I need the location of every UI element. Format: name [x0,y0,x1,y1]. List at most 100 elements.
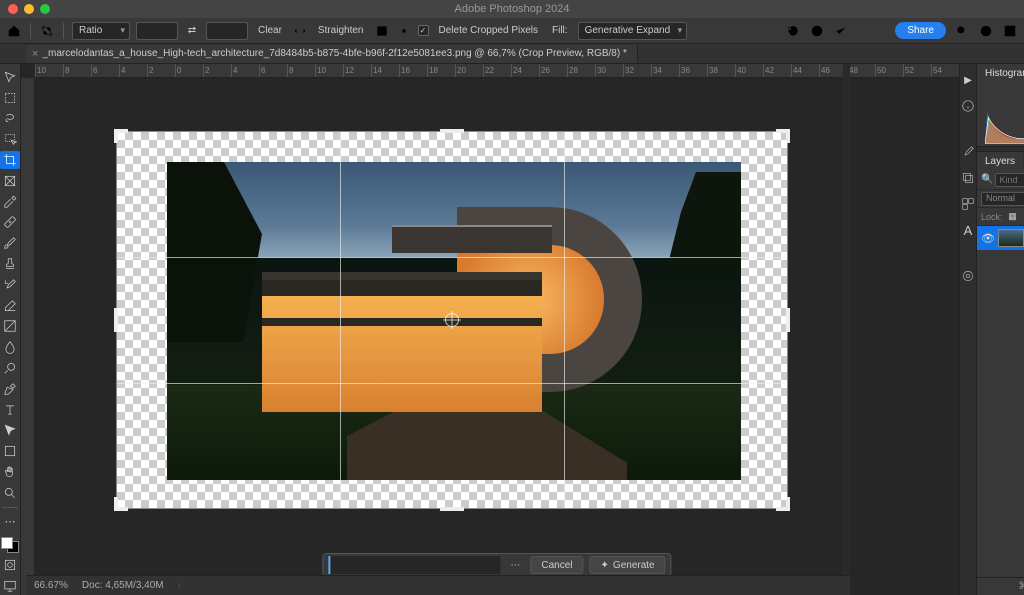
fill-label: Fill: [548,23,572,38]
crop-width-input[interactable] [136,22,178,40]
straighten-icon[interactable] [292,23,308,39]
tab-layers[interactable]: Layers [977,152,1023,170]
ruler-horizontal[interactable]: 1086420246810121416182022242628303234363… [35,64,959,78]
window-minimize-icon[interactable] [24,4,34,14]
fill-dropdown[interactable]: Generative Expand [578,22,688,40]
generative-prompt-input[interactable] [328,556,500,574]
doc-size[interactable]: Doc: 4,65M/3,40M [82,580,164,591]
history-brush-tool[interactable] [0,276,20,294]
edit-toolbar-icon[interactable]: ⋯ [0,513,20,531]
color-panel-icon[interactable] [960,268,976,284]
crop-preview-box[interactable] [117,132,787,508]
crop-handle-tl[interactable] [114,129,118,143]
brush-tool[interactable] [0,234,20,252]
generative-fill-bar: ⋯ Cancel ✦Generate [322,553,671,577]
canvas-scrollbar[interactable] [843,64,850,575]
document-tab[interactable]: × _marcelodantas_a_house_High-tech_archi… [26,45,638,63]
generative-options-icon[interactable]: ⋯ [506,560,524,571]
search-icon[interactable] [954,23,970,39]
brush-panel-icon[interactable] [960,144,976,160]
crop-handle-tr[interactable] [786,129,790,143]
layers-panel: 🔍 ▦ ◐ T ▭ ▣ Normal Opacity: 100% ▾ Lock:… [977,170,1024,595]
pen-tool[interactable] [0,380,20,398]
gradient-tool[interactable] [0,318,20,336]
crop-grid-line [340,132,341,508]
crop-ratio-dropdown[interactable]: Ratio [72,22,130,40]
commit-crop-icon[interactable] [833,23,849,39]
reset-icon[interactable] [785,23,801,39]
clone-panel-icon[interactable] [960,170,976,186]
window-close-icon[interactable] [8,4,18,14]
shape-tool[interactable] [0,442,20,460]
layers-footer: ⌘ fx ◯ ◐ ▣ ⊞ 🗑 [977,577,1024,595]
healing-tool[interactable] [0,214,20,232]
search-filter-icon[interactable]: 🔍 [981,174,993,185]
link-layers-icon[interactable]: ⌘ [1018,581,1024,592]
object-select-tool[interactable] [0,130,20,148]
overlay-grid-icon[interactable] [374,23,390,39]
home-icon[interactable] [6,23,22,39]
layers-filter-input[interactable] [995,173,1024,187]
color-swatches[interactable] [1,537,19,553]
frame-tool[interactable] [0,172,20,190]
zoom-tool[interactable] [0,484,20,502]
generate-label: Generate [613,560,655,571]
swatches-panel-icon[interactable] [960,196,976,212]
generate-button[interactable]: ✦Generate [590,556,666,574]
canvas[interactable]: ⋯ Cancel ✦Generate [35,78,959,595]
foreground-swatch[interactable] [1,537,13,549]
lock-pixels-icon[interactable]: ▦ [1006,209,1020,225]
layer-row[interactable]: 👁 Crop Preview [977,226,1024,250]
dodge-tool[interactable] [0,359,20,377]
crop-settings-icon[interactable] [396,23,412,39]
clear-button[interactable]: Clear [254,23,286,38]
crop-height-input[interactable] [206,22,248,40]
hand-tool[interactable] [0,463,20,481]
crop-center-icon [445,313,459,327]
crop-handle-top[interactable] [440,129,464,133]
visibility-icon[interactable]: 👁 [981,232,993,245]
crop-handle-left[interactable] [114,308,118,332]
window-title: Adobe Photoshop 2024 [455,3,570,15]
info-icon[interactable] [960,98,976,114]
layer-thumbnail[interactable] [998,229,1024,247]
share-button[interactable]: Share [895,22,946,39]
window-maximize-icon[interactable] [40,4,50,14]
character-panel-icon[interactable]: A [960,222,976,238]
swap-dimensions-icon[interactable]: ⇄ [184,23,200,39]
status-chevron-icon[interactable]: › [178,580,181,591]
cancel-button[interactable]: Cancel [530,556,583,574]
type-tool[interactable] [0,401,20,419]
tools-panel: ⋯ [0,64,21,595]
stamp-tool[interactable] [0,255,20,273]
eraser-tool[interactable] [0,297,20,315]
play-icon[interactable]: ▶ [960,72,976,88]
crop-handle-bl[interactable] [114,497,118,511]
help-icon[interactable] [978,23,994,39]
tab-histogram[interactable]: Histogram [977,64,1024,82]
move-tool[interactable] [0,68,20,86]
crop-tool[interactable] [0,151,20,169]
zoom-level[interactable]: 66.67% [34,580,68,591]
status-bar: 66.67% Doc: 4,65M/3,40M › [26,575,850,595]
crop-handle-right[interactable] [786,308,790,332]
delete-cropped-checkbox[interactable]: ✓ [418,25,429,36]
document-tabs: × _marcelodantas_a_house_High-tech_archi… [0,44,1024,64]
ruler-vertical[interactable] [21,78,35,595]
cancel-crop-icon[interactable] [809,23,825,39]
eyedropper-tool[interactable] [0,193,20,211]
lock-label: Lock: [981,212,1003,222]
screen-mode-icon[interactable] [0,577,20,595]
close-tab-icon[interactable]: × [32,48,38,60]
lasso-tool[interactable] [0,110,20,128]
crop-handle-br[interactable] [786,497,790,511]
quick-mask-icon[interactable] [0,556,20,574]
path-select-tool[interactable] [0,422,20,440]
blur-tool[interactable] [0,338,20,356]
blend-mode-dropdown[interactable]: Normal [981,192,1024,206]
workspace-icon[interactable] [1002,23,1018,39]
crop-handle-bottom[interactable] [440,507,464,511]
crop-tool-icon[interactable] [39,23,55,39]
straighten-button[interactable]: Straighten [314,23,368,38]
marquee-tool[interactable] [0,89,20,107]
